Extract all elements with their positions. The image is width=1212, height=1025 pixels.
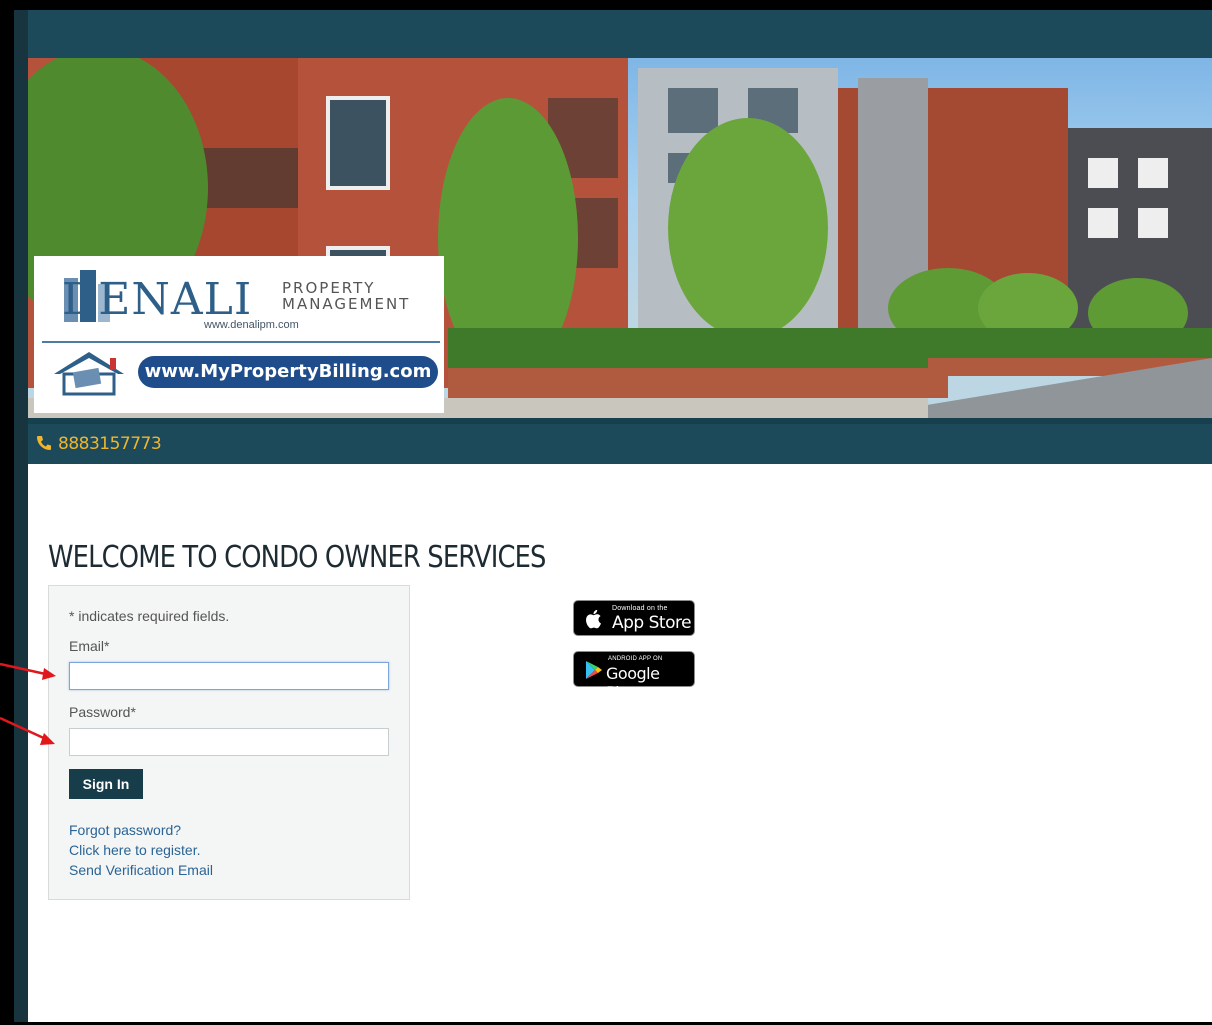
email-field[interactable] [69, 662, 389, 690]
apple-icon [586, 609, 601, 629]
app-store-text: App Store [612, 613, 692, 633]
password-field[interactable] [69, 728, 389, 756]
left-edge-strip [14, 10, 28, 1022]
phone-icon [37, 436, 51, 450]
email-label: Email* [69, 638, 110, 654]
contact-bar: 8883157773 [28, 418, 1212, 464]
annotation-arrow-email [0, 662, 56, 680]
password-label: Password* [69, 704, 136, 720]
google-play-icon [586, 661, 602, 679]
send-verification-link[interactable]: Send Verification Email [69, 862, 213, 878]
top-header-bar [28, 10, 1212, 58]
billing-url-badge: www.MyPropertyBilling.com [138, 356, 438, 388]
register-link[interactable]: Click here to register. [69, 842, 201, 858]
logo-name: DENALI [62, 274, 253, 325]
sign-in-button[interactable]: Sign In [69, 769, 143, 799]
google-play-badge[interactable]: ANDROID APP ON Google Play [573, 651, 695, 702]
google-play-text: Google Play [606, 664, 660, 702]
page-title: WELCOME TO CONDO OWNER SERVICES [48, 540, 546, 576]
phone-number[interactable]: 8883157773 [36, 434, 162, 454]
logo-subtitle: PROPERTY MANAGEMENT [282, 280, 410, 312]
logo-divider [42, 341, 440, 343]
forgot-password-link[interactable]: Forgot password? [69, 822, 181, 838]
required-fields-note: * indicates required fields. [69, 608, 230, 624]
house-icon [54, 352, 124, 396]
logo-sub-management: MANAGEMENT [282, 295, 411, 313]
hero-banner: DENALI PROPERTY MANAGEMENT www.denalipm.… [28, 58, 1212, 418]
login-form: * indicates required fields. Email* Pass… [48, 585, 410, 900]
phone-number-text: 8883157773 [58, 434, 162, 454]
annotation-arrow-password [0, 716, 55, 745]
logo-sub-property: PROPERTY [282, 279, 376, 297]
logo-url: www.denalipm.com [204, 319, 299, 331]
denali-logo: DENALI PROPERTY MANAGEMENT www.denalipm.… [34, 256, 444, 413]
google-play-small-text: ANDROID APP ON [608, 656, 663, 662]
app-store-small-text: Download on the [612, 605, 668, 612]
app-store-badge[interactable]: Download on the App Store [573, 600, 695, 636]
